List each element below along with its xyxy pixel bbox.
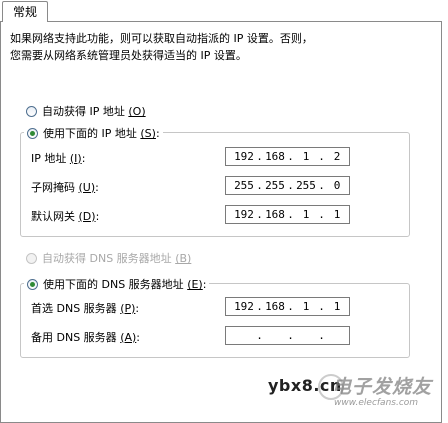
radio-checked-icon[interactable]	[27, 278, 38, 290]
radio-use-following-ip[interactable]: 使用下面的 IP 地址 (S):	[24, 125, 163, 141]
radio-label: 自动获得 IP 地址 (O)	[42, 105, 146, 118]
radio-label: 使用下面的 IP 地址 (S):	[43, 127, 160, 140]
mask-octet-1[interactable]: 255	[232, 179, 256, 192]
radio-circle-icon[interactable]	[26, 105, 37, 117]
radio-use-following-dns[interactable]: 使用下面的 DNS 服务器地址 (E):	[24, 276, 210, 292]
ip-address-label: IP 地址 (I):	[31, 151, 86, 166]
radio-checked-icon[interactable]	[27, 127, 38, 139]
alternate-dns-label: 备用 DNS 服务器 (A):	[31, 330, 141, 345]
preferred-dns-input[interactable]: 192. 168. 1. 1	[225, 297, 350, 316]
octet-dot: .	[318, 179, 325, 192]
mask-octet-2[interactable]: 255	[263, 179, 287, 192]
subnet-mask-input[interactable]: 255. 255. 255. 0	[225, 176, 350, 195]
watermark-url: www.elecfans.com	[334, 398, 419, 408]
radio-circle-icon	[26, 252, 37, 264]
watermark: ybx8.cn 电子发烧友 www.elecfans.com	[262, 364, 440, 412]
default-gateway-input[interactable]: 192. 168. 1. 1	[225, 205, 350, 224]
watermark-text: ybx8.cn	[268, 376, 342, 395]
octet-dot: .	[318, 329, 325, 342]
tab-general[interactable]: 常规	[2, 1, 48, 22]
pdns-octet-1[interactable]: 192	[232, 300, 256, 313]
ip-address-group: IP 地址 (I): 192. 168. 1. 2 子网掩码 (U): 255.…	[20, 132, 410, 237]
mask-octet-4[interactable]: 0	[325, 179, 349, 192]
default-gateway-label: 默认网关 (D):	[31, 209, 100, 224]
octet-dot: .	[318, 300, 325, 313]
octet-dot: .	[318, 208, 325, 221]
gateway-octet-3[interactable]: 1	[294, 208, 318, 221]
radio-obtain-dns-auto[interactable]: 自动获得 DNS 服务器地址 (B)	[26, 250, 191, 266]
ip-octet-4[interactable]: 2	[325, 150, 349, 163]
pdns-octet-3[interactable]: 1	[294, 300, 318, 313]
radio-label: 自动获得 DNS 服务器地址 (B)	[42, 252, 192, 265]
mask-octet-3[interactable]: 255	[294, 179, 318, 192]
tab-strip: 常规	[0, 0, 448, 22]
ip-octet-2[interactable]: 168	[263, 150, 287, 163]
pdns-octet-4[interactable]: 1	[325, 300, 349, 313]
octet-dot: .	[287, 329, 294, 342]
octet-dot: .	[318, 150, 325, 163]
ip-octet-1[interactable]: 192	[232, 150, 256, 163]
ip-address-input[interactable]: 192. 168. 1. 2	[225, 147, 350, 166]
alternate-dns-input[interactable]: . . .	[225, 326, 350, 345]
watermark-cn: 电子发烧友	[332, 376, 433, 398]
ip-octet-3[interactable]: 1	[294, 150, 318, 163]
octet-dot: .	[287, 300, 294, 313]
gateway-octet-4[interactable]: 1	[325, 208, 349, 221]
preferred-dns-label: 首选 DNS 服务器 (P):	[31, 301, 140, 316]
pdns-octet-2[interactable]: 168	[263, 300, 287, 313]
octet-dot: .	[287, 208, 294, 221]
dns-server-group: 首选 DNS 服务器 (P): 192. 168. 1. 1 备用 DNS 服务…	[20, 283, 410, 358]
octet-dot: .	[256, 208, 263, 221]
gateway-octet-2[interactable]: 168	[263, 208, 287, 221]
gateway-octet-1[interactable]: 192	[232, 208, 256, 221]
description-line-2: 您需要从网络系统管理员处获得适当的 IP 设置。	[10, 49, 247, 62]
octet-dot: .	[256, 300, 263, 313]
description-text: 如果网络支持此功能，则可以获取自动指派的 IP 设置。否则， 您需要从网络系统管…	[10, 30, 420, 64]
octet-dot: .	[287, 179, 294, 192]
octet-dot: .	[256, 179, 263, 192]
subnet-mask-label: 子网掩码 (U):	[31, 180, 99, 195]
octet-dot: .	[287, 150, 294, 163]
description-line-1: 如果网络支持此功能，则可以获取自动指派的 IP 设置。否则，	[10, 32, 313, 45]
octet-dot: .	[256, 329, 263, 342]
octet-dot: .	[256, 150, 263, 163]
radio-label: 使用下面的 DNS 服务器地址 (E):	[43, 278, 207, 291]
radio-obtain-ip-auto[interactable]: 自动获得 IP 地址 (O)	[26, 103, 146, 119]
